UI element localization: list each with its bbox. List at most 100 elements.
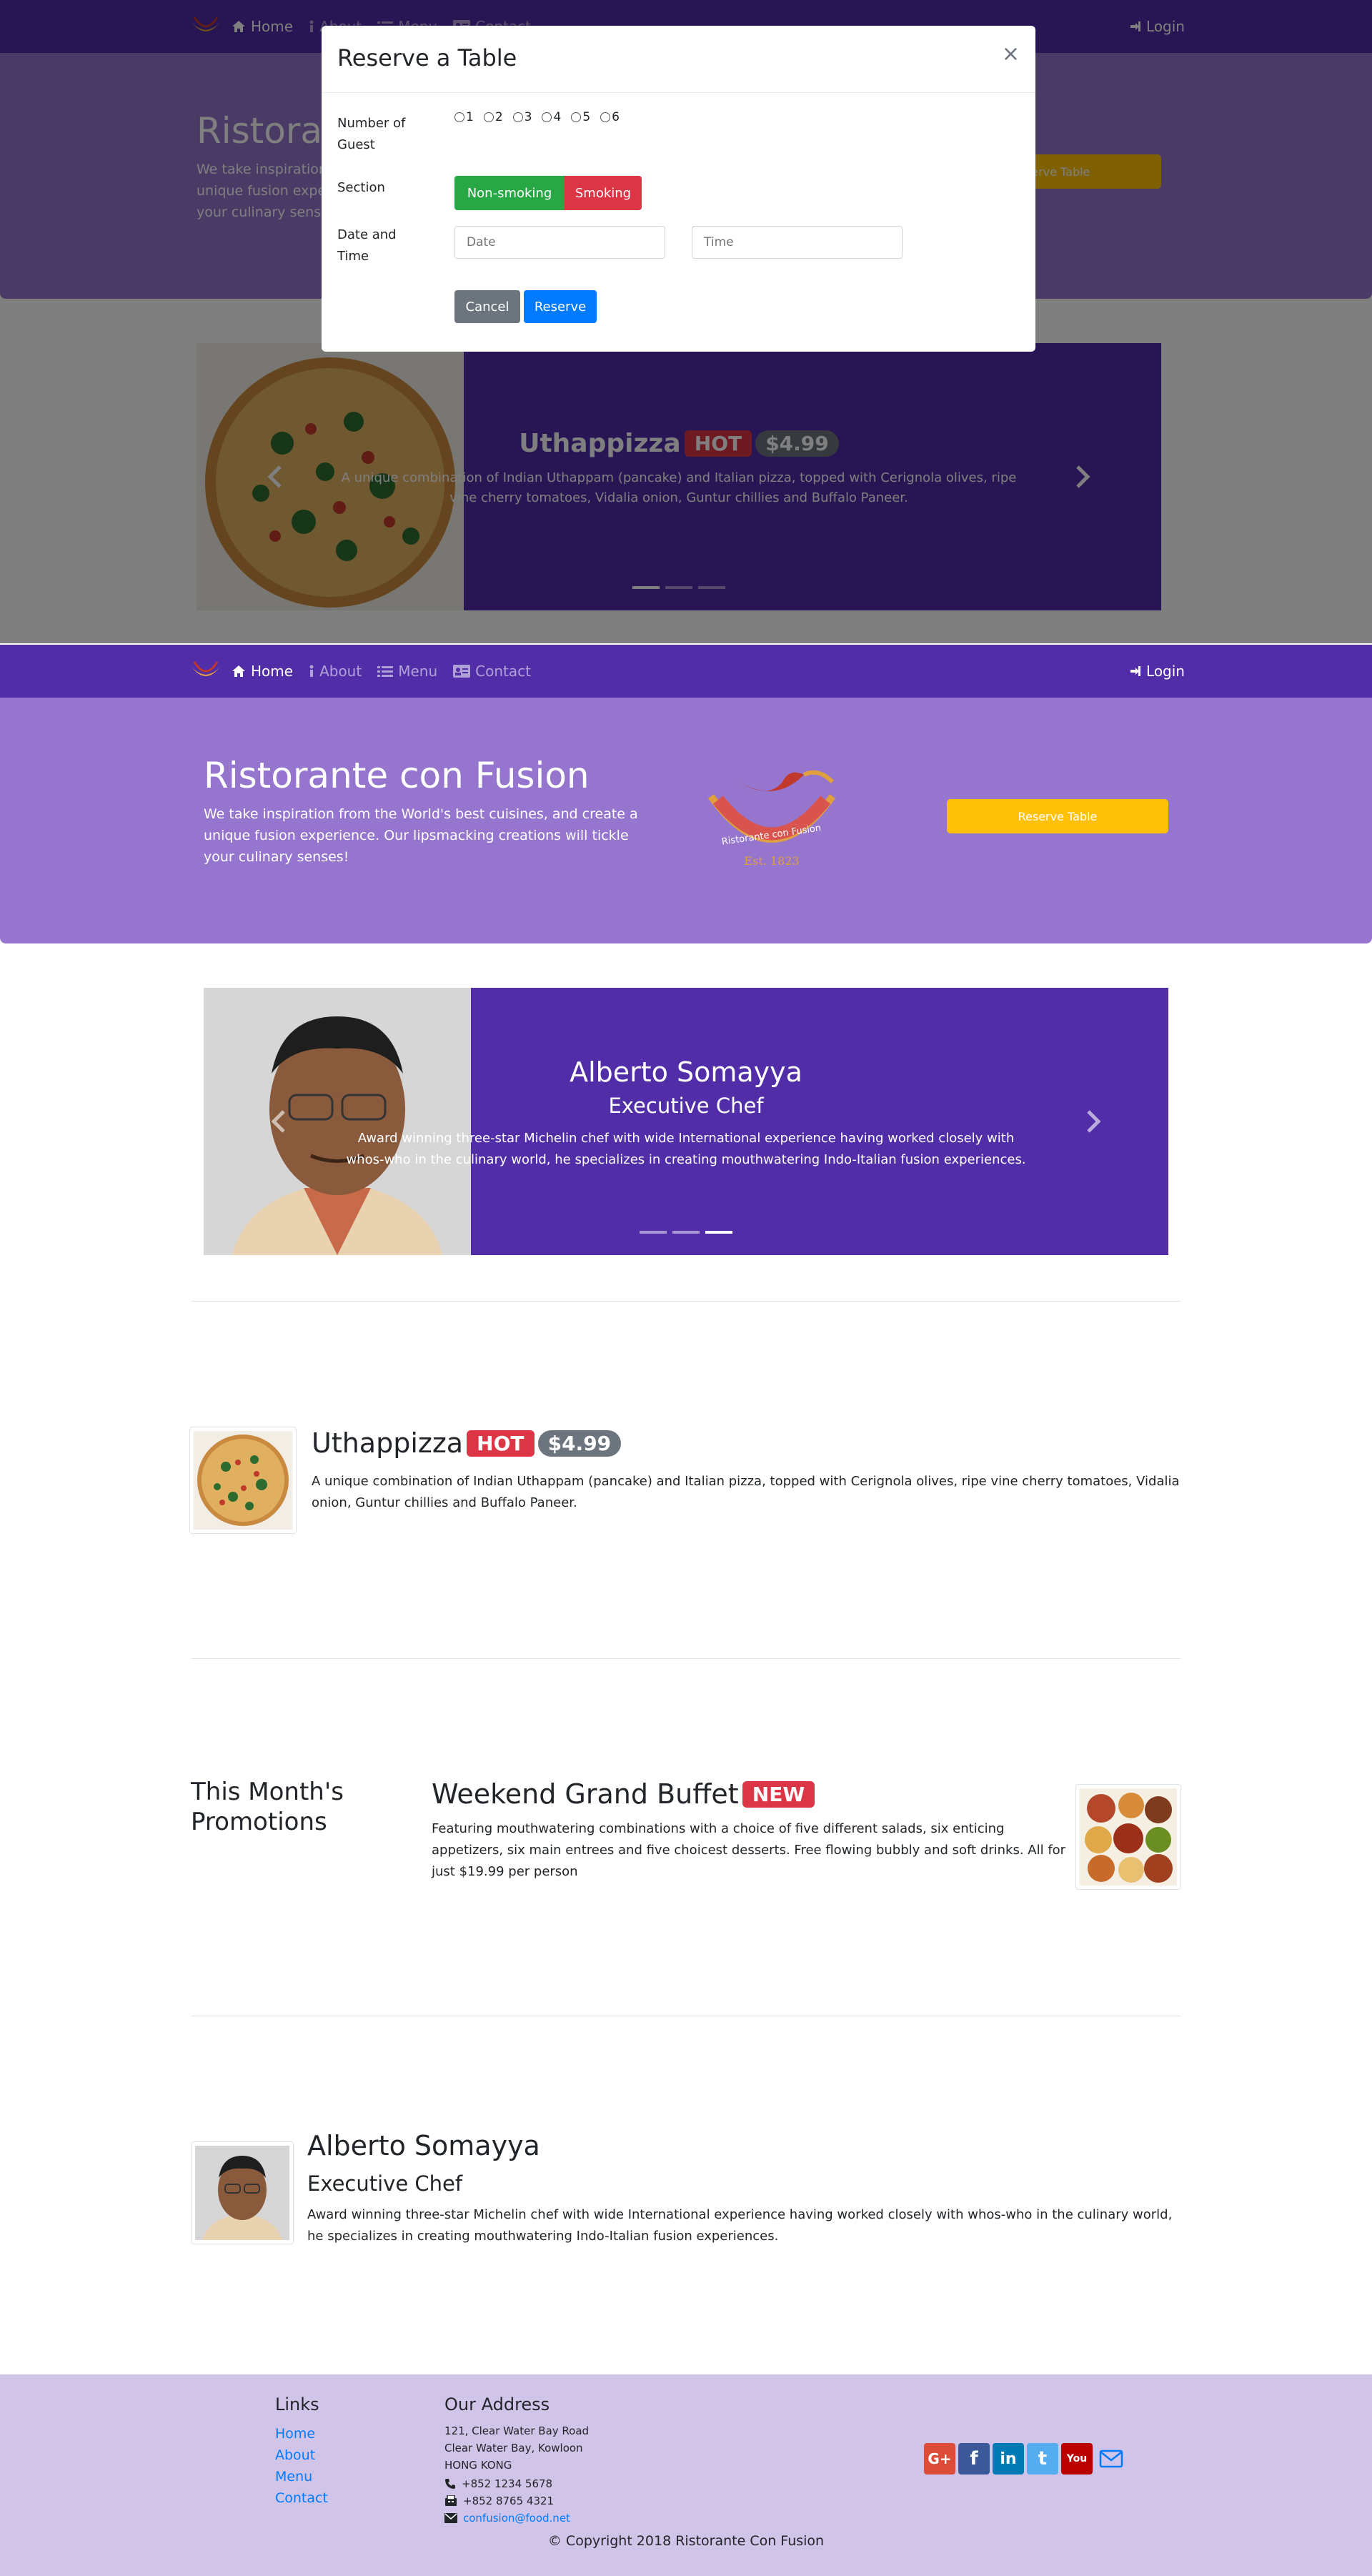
radio-icon bbox=[512, 112, 523, 122]
address-line: Clear Water Bay, Kowloon bbox=[444, 2442, 583, 2454]
dish-description: A unique combination of Indian Uthappam … bbox=[312, 1474, 1180, 1510]
twitter-icon[interactable]: t bbox=[1027, 2443, 1058, 2475]
jumbotron: Ristorante con Fusion We take inspiratio… bbox=[0, 698, 1372, 943]
radio-label: 2 bbox=[494, 110, 503, 124]
close-icon[interactable]: × bbox=[1002, 41, 1020, 66]
nav-contact[interactable]: Contact bbox=[453, 663, 531, 680]
carousel-indicator-3[interactable] bbox=[705, 1231, 732, 1234]
carousel-text: Award winning three-star Michelin chef w… bbox=[346, 1131, 1026, 1167]
promotions-heading: This Month's Promotions bbox=[191, 1778, 344, 1836]
social-label: in bbox=[1000, 2449, 1017, 2468]
carousel-indicator-2[interactable] bbox=[672, 1231, 700, 1234]
cancel-button[interactable]: Cancel bbox=[454, 290, 520, 323]
guest-radio-3[interactable]: 3 bbox=[512, 110, 532, 124]
envelope-icon bbox=[444, 2513, 457, 2523]
promotion-title: Weekend Grand Buffet bbox=[432, 1778, 739, 1810]
hot-badge: HOT bbox=[467, 1430, 535, 1457]
address-card-icon bbox=[453, 665, 471, 678]
restaurant-logo: Ristorante con Fusion Est. 1823 bbox=[707, 770, 836, 868]
modal-header: Reserve a Table × bbox=[322, 26, 1035, 93]
guest-radio-1[interactable]: 1 bbox=[454, 110, 474, 124]
carousel-title: Alberto Somayya bbox=[570, 1056, 802, 1088]
reserve-button[interactable]: Reserve bbox=[524, 290, 597, 323]
nav-about[interactable]: About bbox=[309, 663, 362, 680]
dish-title: Uthappizza bbox=[312, 1427, 464, 1459]
logo-icon[interactable] bbox=[187, 659, 224, 683]
social-label: f bbox=[970, 2448, 978, 2470]
radio-label: 6 bbox=[612, 110, 620, 124]
phone-number: +852 1234 5678 bbox=[462, 2477, 553, 2490]
nav-label: Contact bbox=[475, 663, 531, 680]
radio-label: 5 bbox=[582, 110, 591, 124]
nav-menu[interactable]: Menu bbox=[377, 663, 437, 680]
reserve-table-modal: Reserve a Table × Number of Guest 1 2 3 … bbox=[322, 26, 1035, 352]
smoking-button[interactable]: Smoking bbox=[565, 176, 642, 210]
reserve-table-button[interactable]: Reserve Table bbox=[947, 799, 1168, 833]
radio-icon bbox=[454, 112, 464, 122]
radio-icon bbox=[600, 112, 611, 122]
linkedin-icon[interactable]: in bbox=[993, 2443, 1024, 2475]
leader-thumbnail bbox=[191, 2141, 294, 2244]
nav-login-label: Login bbox=[1146, 663, 1185, 680]
google-plus-icon[interactable]: G+ bbox=[924, 2443, 955, 2475]
modal-title: Reserve a Table bbox=[337, 44, 517, 71]
jumbotron-text: We take inspiration from the World's bes… bbox=[204, 806, 638, 865]
section-toggle-group: Non-smoking Smoking bbox=[454, 176, 642, 210]
phone-row: +852 1234 5678 bbox=[444, 2477, 552, 2490]
footer-link-home[interactable]: Home bbox=[275, 2426, 315, 2442]
guest-radio-5[interactable]: 5 bbox=[571, 110, 590, 124]
footer-address-heading: Our Address bbox=[444, 2394, 550, 2414]
social-label: G+ bbox=[928, 2450, 952, 2467]
logo-est-text: Est. 1823 bbox=[744, 854, 799, 868]
fax-icon bbox=[445, 2495, 457, 2506]
datetime-label: Date and Time bbox=[337, 227, 397, 264]
login-button[interactable]: Login bbox=[1130, 663, 1185, 680]
section-label: Section bbox=[337, 180, 385, 195]
carousel-indicators bbox=[204, 1231, 1168, 1234]
radio-label: 3 bbox=[524, 110, 532, 124]
guests-label: Number of Guest bbox=[337, 116, 406, 152]
promotion-description: Featuring mouthwatering combinations wit… bbox=[432, 1821, 1066, 1879]
chevron-right-icon[interactable] bbox=[1083, 1109, 1104, 1134]
footer-link-menu[interactable]: Menu bbox=[275, 2469, 312, 2485]
leader-name: Alberto Somayya bbox=[307, 2130, 540, 2161]
envelope-outline-icon bbox=[1099, 2449, 1123, 2468]
home-icon bbox=[232, 665, 245, 677]
carousel-indicator-1[interactable] bbox=[640, 1231, 667, 1234]
footer-link-contact[interactable]: Contact bbox=[275, 2490, 328, 2506]
date-input[interactable] bbox=[454, 226, 665, 259]
phone-icon bbox=[445, 2479, 455, 2489]
time-input[interactable] bbox=[692, 226, 903, 259]
jumbotron-title: Ristorante con Fusion bbox=[204, 755, 590, 796]
email-row: confusion@food.net bbox=[444, 2512, 570, 2525]
nav-label: About bbox=[319, 663, 362, 680]
guest-radio-6[interactable]: 6 bbox=[600, 110, 620, 124]
button-label: Reserve Table bbox=[1018, 809, 1098, 823]
footer-link-about[interactable]: About bbox=[275, 2447, 315, 2463]
mail-icon[interactable] bbox=[1095, 2443, 1127, 2475]
guest-radio-4[interactable]: 4 bbox=[542, 110, 561, 124]
uthappizza-image bbox=[194, 1431, 292, 1530]
dish-thumbnail bbox=[189, 1427, 297, 1534]
non-smoking-button[interactable]: Non-smoking bbox=[454, 176, 565, 210]
chef-portrait bbox=[195, 2146, 289, 2240]
radio-icon bbox=[542, 112, 552, 122]
chevron-left-icon[interactable] bbox=[268, 1109, 289, 1134]
nav-label: Menu bbox=[398, 663, 438, 680]
carousel-subtitle: Executive Chef bbox=[608, 1094, 764, 1118]
buffet-thumbnail bbox=[1075, 1784, 1181, 1890]
social-label: t bbox=[1038, 2448, 1048, 2470]
nav-home[interactable]: Home bbox=[232, 663, 293, 680]
fax-number: +852 8765 4321 bbox=[463, 2495, 555, 2507]
facebook-icon[interactable]: f bbox=[958, 2443, 990, 2475]
email-link[interactable]: confusion@food.net bbox=[463, 2512, 570, 2525]
new-badge: NEW bbox=[742, 1780, 815, 1808]
carousel: Alberto Somayya Executive Chef Award win… bbox=[204, 988, 1168, 1255]
youtube-icon[interactable]: You bbox=[1061, 2443, 1093, 2475]
fax-row: +852 8765 4321 bbox=[444, 2495, 554, 2507]
social-label: You bbox=[1066, 2453, 1088, 2464]
button-label: Cancel bbox=[465, 299, 509, 314]
promotion-heading: Weekend Grand Buffet NEW bbox=[432, 1778, 815, 1810]
guest-radio-2[interactable]: 2 bbox=[483, 110, 503, 124]
footer-links-heading: Links bbox=[275, 2394, 319, 2414]
